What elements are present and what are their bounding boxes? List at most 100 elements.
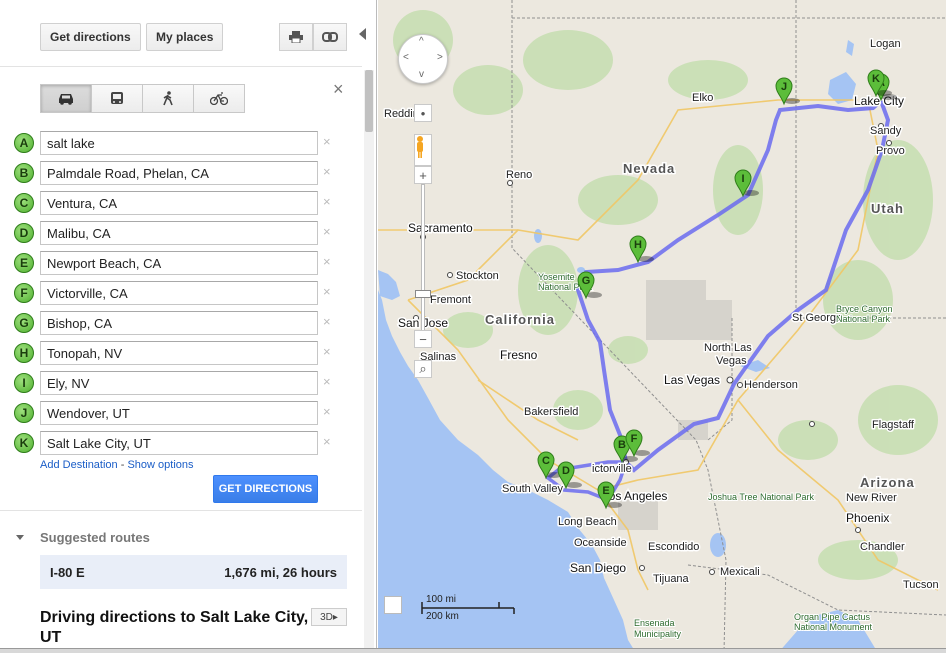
city-label: Phoenix [846,511,889,525]
map-pin-label: H [634,239,642,251]
bike-icon [210,92,228,105]
waypoint-marker-icon[interactable]: D [14,223,34,243]
waypoint-input[interactable] [40,251,318,275]
waypoint-input[interactable] [40,281,318,305]
park-label: Organ Pipe Cactus [794,612,871,622]
remove-waypoint-icon[interactable]: × [323,374,331,389]
pan-up-icon[interactable]: ^ [419,36,424,47]
pan-down-icon[interactable]: v [419,69,424,80]
pan-control[interactable]: ^ v < > [398,34,448,84]
map-scale: 100 mi 200 km [384,590,524,622]
city-label: Chandler [860,541,905,553]
waypoint-row: F× [14,281,344,305]
waypoint-marker-icon[interactable]: H [14,343,34,363]
waypoint-marker-icon[interactable]: B [14,163,34,183]
destination-links: Add Destination - Show options [40,459,194,471]
waypoint-input[interactable] [40,431,318,455]
waypoint-input[interactable] [40,341,318,365]
reset-icon[interactable]: • [414,104,432,122]
pan-right-icon[interactable]: > [437,52,443,63]
waypoint-marker-icon[interactable]: G [14,313,34,333]
waypoint-marker-icon[interactable]: I [14,373,34,393]
map-pin-label: D [562,465,570,477]
city-label: Long Beach [558,516,617,528]
zoom-box-icon[interactable]: ⌕ [414,360,432,378]
city-label: Flagstaff [872,419,915,431]
printer-icon [289,31,303,43]
waypoint-marker-icon[interactable]: C [14,193,34,213]
map-svg: Nevada California Utah Arizona Logan Lak… [378,0,946,653]
map-pin-label: F [631,433,638,445]
collapse-caret-icon[interactable] [16,535,24,540]
waypoint-marker-icon[interactable]: E [14,253,34,273]
route-option[interactable]: I-80 E 1,676 mi, 26 hours [40,555,347,589]
city-label: Municipality [634,629,682,639]
link-button[interactable] [313,23,347,51]
route-name: I-80 E [50,565,85,580]
waypoint-input[interactable] [40,221,318,245]
remove-waypoint-icon[interactable]: × [323,314,331,329]
waypoint-row: E× [14,251,344,275]
remove-waypoint-icon[interactable]: × [323,134,331,149]
zoom-slider-track[interactable] [421,184,425,334]
city-label: North Las [704,342,752,354]
park-label: Yosemite [538,272,575,282]
collapse-panel-icon[interactable] [359,28,366,40]
city-label: Ensenada [634,618,675,628]
mode-driving[interactable] [41,85,92,112]
waypoint-input[interactable] [40,161,318,185]
remove-waypoint-icon[interactable]: × [323,254,331,269]
divider [0,66,362,67]
waypoint-marker-icon[interactable]: J [14,403,34,423]
waypoint-input[interactable] [40,401,318,425]
waypoint-marker-icon[interactable]: F [14,283,34,303]
car-icon [59,93,73,105]
city-label: St George [792,312,842,324]
mode-walking[interactable] [143,85,194,112]
remove-waypoint-icon[interactable]: × [323,344,331,359]
map-canvas[interactable]: Nevada California Utah Arizona Logan Lak… [378,0,946,653]
remove-waypoint-icon[interactable]: × [323,284,331,299]
zoom-out-button[interactable]: − [414,330,432,348]
my-places-button[interactable]: My places [146,23,224,51]
mode-bicycling[interactable] [194,85,244,112]
remove-waypoint-icon[interactable]: × [323,434,331,449]
add-destination-link[interactable]: Add Destination [40,459,118,471]
waypoint-input[interactable] [40,311,318,335]
pegman-icon[interactable] [414,134,432,166]
3d-button[interactable]: 3D▸ [311,608,347,626]
directions-heading: Driving directions to Salt Lake City, UT [40,609,309,646]
state-label-nevada: Nevada [623,161,675,176]
waypoint-input[interactable] [40,191,318,215]
close-icon[interactable]: × [333,79,344,100]
remove-waypoint-icon[interactable]: × [323,164,331,179]
get-directions-submit-button[interactable]: GET DIRECTIONS [213,475,318,503]
remove-waypoint-icon[interactable]: × [323,404,331,419]
remove-waypoint-icon[interactable]: × [323,224,331,239]
city-label: San Diego [570,561,626,575]
show-options-link[interactable]: Show options [127,459,193,471]
map-pin-label: G [582,275,591,287]
pan-left-icon[interactable]: < [403,52,409,63]
zoom-slider-thumb[interactable] [415,290,431,298]
map-pin-label: I [741,173,744,185]
waypoint-marker-icon[interactable]: K [14,433,34,453]
zoom-in-button[interactable]: + [414,166,432,184]
get-directions-button[interactable]: Get directions [40,23,141,51]
print-button[interactable] [279,23,313,51]
panel-scrollbar[interactable] [364,70,374,650]
waypoint-input[interactable] [40,371,318,395]
waypoint-input[interactable] [40,131,318,155]
waypoint-row: C× [14,191,344,215]
city-label: Logan [870,38,901,50]
waypoint-row: H× [14,341,344,365]
city-label: Elko [692,92,713,104]
remove-waypoint-icon[interactable]: × [323,194,331,209]
map-pin-label: J [781,81,787,93]
scrollbar-thumb[interactable] [365,70,373,132]
waypoint-marker-icon[interactable]: A [14,133,34,153]
city-label: Fremont [430,294,471,306]
waypoint-row: I× [14,371,344,395]
zoom-control: • + − ⌕ [414,104,432,382]
mode-transit[interactable] [92,85,143,112]
